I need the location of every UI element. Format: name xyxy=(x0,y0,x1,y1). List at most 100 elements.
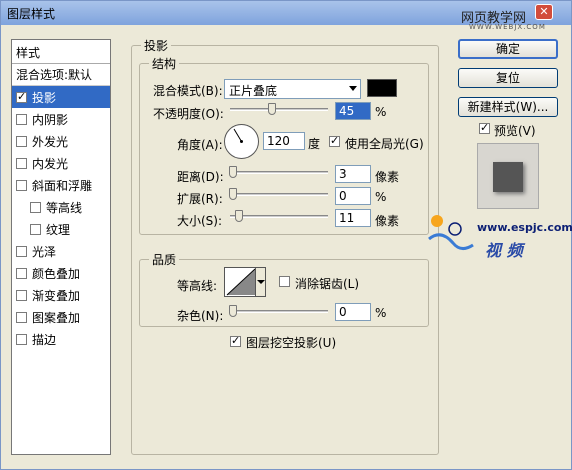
opacity-input[interactable]: 45 xyxy=(335,102,371,120)
noise-slider-thumb[interactable] xyxy=(229,305,237,317)
style-item-checkbox[interactable] xyxy=(16,245,27,257)
knockout-checkbox[interactable] xyxy=(230,334,241,347)
spread-slider-track[interactable] xyxy=(230,193,328,196)
blend-options-label: 混合选项:默认 xyxy=(16,68,93,82)
style-item-label: 图案叠加 xyxy=(32,310,81,325)
size-label: 大小(S): xyxy=(177,214,223,228)
style-item[interactable]: 内阴影 xyxy=(12,108,110,130)
preview-checkbox[interactable] xyxy=(479,121,490,134)
style-item-label: 投影 xyxy=(32,90,57,105)
opacity-slider-track[interactable] xyxy=(230,108,328,111)
style-item[interactable]: 渐变叠加 xyxy=(12,284,110,306)
size-slider-thumb[interactable] xyxy=(235,210,243,222)
noise-input[interactable]: 0 xyxy=(335,303,371,321)
style-item[interactable]: 光泽 xyxy=(12,240,110,262)
style-item[interactable]: 投影 xyxy=(12,86,110,108)
angle-label: 角度(A): xyxy=(177,138,223,152)
style-item[interactable]: 内发光 xyxy=(12,152,110,174)
noise-slider-track[interactable] xyxy=(230,310,328,313)
style-item-label: 纹理 xyxy=(46,222,71,237)
watermark-url: www.espjc.com xyxy=(477,221,572,234)
style-item-checkbox[interactable] xyxy=(16,90,27,103)
drop-shadow-title: 投影 xyxy=(141,37,172,54)
style-item-label: 外发光 xyxy=(32,134,69,149)
chevron-down-icon xyxy=(349,86,357,91)
contour-label: 等高线: xyxy=(177,279,218,293)
style-item-checkbox[interactable] xyxy=(16,179,27,191)
close-icon: ✕ xyxy=(539,5,549,18)
style-item-label: 内阴影 xyxy=(32,112,69,127)
style-item-checkbox[interactable] xyxy=(16,267,27,279)
style-items: 投影内阴影外发光内发光斜面和浮雕等高线纹理光泽颜色叠加渐变叠加图案叠加描边 xyxy=(12,86,110,350)
blend-mode-select[interactable]: 正片叠底 xyxy=(224,79,361,99)
distance-slider-thumb[interactable] xyxy=(229,166,237,178)
angle-dial[interactable] xyxy=(223,123,260,160)
close-button[interactable]: ✕ xyxy=(535,4,553,20)
preview-label: 预览(V) xyxy=(494,124,536,138)
style-item-checkbox[interactable] xyxy=(16,113,27,125)
style-item-label: 等高线 xyxy=(46,200,83,215)
style-item-checkbox[interactable] xyxy=(16,135,27,147)
style-item[interactable]: 描边 xyxy=(12,328,110,350)
distance-input[interactable]: 3 xyxy=(335,165,371,183)
style-item-label: 颜色叠加 xyxy=(32,266,81,281)
style-item-checkbox[interactable] xyxy=(30,201,41,213)
style-item[interactable]: 等高线 xyxy=(12,196,110,218)
style-item[interactable]: 纹理 xyxy=(12,218,110,240)
style-item-checkbox[interactable] xyxy=(16,333,27,345)
spread-input[interactable]: 0 xyxy=(335,187,371,205)
style-item-label: 内发光 xyxy=(32,156,69,171)
contour-picker[interactable] xyxy=(224,267,266,297)
style-item-label: 斜面和浮雕 xyxy=(32,178,93,193)
style-item[interactable]: 图案叠加 xyxy=(12,306,110,328)
shadow-color-swatch[interactable] xyxy=(367,79,397,97)
blend-options-item[interactable]: 混合选项:默认 xyxy=(12,64,110,86)
structure-title: 结构 xyxy=(149,55,180,72)
style-item[interactable]: 斜面和浮雕 xyxy=(12,174,110,196)
size-input[interactable]: 11 xyxy=(335,209,371,227)
style-item-checkbox[interactable] xyxy=(30,223,41,235)
distance-slider-track[interactable] xyxy=(230,171,328,174)
angle-input[interactable]: 120 xyxy=(263,132,305,150)
style-item-checkbox[interactable] xyxy=(16,289,27,301)
size-slider-track[interactable] xyxy=(230,215,328,218)
distance-label: 距离(D): xyxy=(177,170,224,184)
global-light-checkbox[interactable] xyxy=(329,134,340,147)
antialias-checkbox[interactable] xyxy=(279,276,290,287)
new-style-button[interactable]: 新建样式(W)... xyxy=(458,97,558,117)
title-bar: 图层样式 网页教学网 WWW.WEBJX.COM ✕ xyxy=(1,1,571,31)
opacity-slider-thumb[interactable] xyxy=(268,103,276,115)
style-item[interactable]: 颜色叠加 xyxy=(12,262,110,284)
chevron-down-icon xyxy=(257,280,265,284)
spread-slider-thumb[interactable] xyxy=(229,188,237,200)
watermark-logo-icon xyxy=(428,215,474,250)
style-item[interactable]: 外发光 xyxy=(12,130,110,152)
watermark-text: 视 频 xyxy=(485,241,523,260)
blend-mode-label: 混合模式(B): xyxy=(153,84,223,98)
opacity-unit: % xyxy=(375,105,387,119)
contour-dropdown-button[interactable] xyxy=(255,268,265,296)
noise-unit: % xyxy=(375,306,387,320)
reset-button[interactable]: 复位 xyxy=(458,68,558,88)
style-preview xyxy=(477,143,539,209)
ok-button[interactable]: 确定 xyxy=(458,39,558,59)
spread-label: 扩展(R): xyxy=(177,192,223,206)
style-item-checkbox[interactable] xyxy=(16,311,27,323)
style-item-checkbox[interactable] xyxy=(16,157,27,169)
global-light-label: 使用全局光(G) xyxy=(345,137,424,151)
style-item-label: 光泽 xyxy=(32,244,57,259)
opacity-label: 不透明度(O): xyxy=(153,107,224,121)
style-item-label: 描边 xyxy=(32,332,57,347)
style-preview-swatch xyxy=(493,162,523,192)
window-title: 图层样式 xyxy=(7,7,56,21)
style-list-header[interactable]: 样式 xyxy=(12,40,110,64)
angle-unit: 度 xyxy=(308,137,321,151)
antialias-label: 消除锯齿(L) xyxy=(295,277,360,291)
distance-unit: 像素 xyxy=(375,170,400,184)
style-list: 样式 混合选项:默认 投影内阴影外发光内发光斜面和浮雕等高线纹理光泽颜色叠加渐变… xyxy=(11,39,111,455)
knockout-label: 图层挖空投影(U) xyxy=(246,336,337,350)
blend-mode-value: 正片叠底 xyxy=(229,84,278,98)
style-item-label: 渐变叠加 xyxy=(32,288,81,303)
contour-preview-icon xyxy=(226,268,256,296)
watermark-site-url: WWW.WEBJX.COM xyxy=(469,23,546,31)
